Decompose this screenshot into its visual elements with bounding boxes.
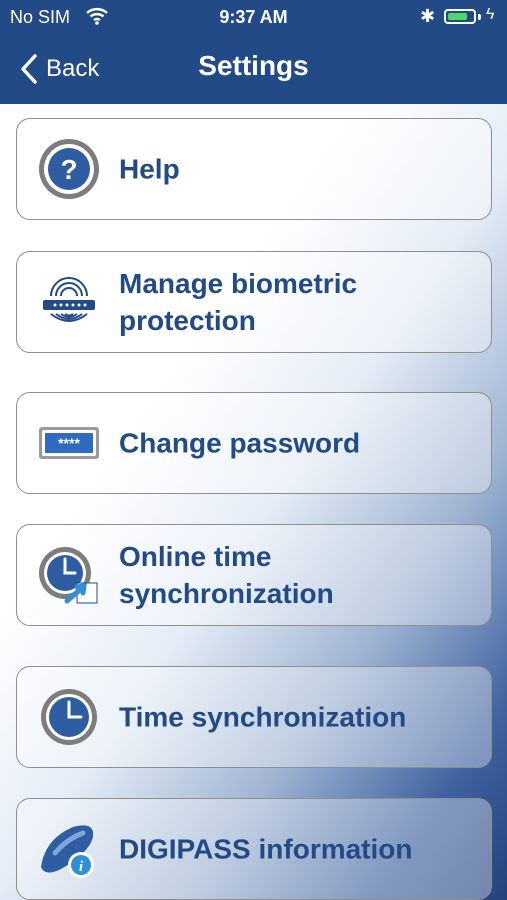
- battery-icon: [444, 9, 476, 24]
- battery-cap: [478, 14, 481, 20]
- change-password-label: Change password: [119, 427, 361, 459]
- battery-level: [448, 13, 468, 20]
- bluetooth-icon: ✱: [420, 6, 436, 26]
- time-sync-label: Time synchronization: [119, 701, 407, 733]
- help-label: Help: [119, 153, 180, 185]
- change-password-item[interactable]: **** Change password: [16, 392, 492, 494]
- biometric-label: Manage biometric protection: [119, 268, 358, 336]
- time-sync-item[interactable]: Time synchronization: [16, 666, 492, 768]
- biometric-item[interactable]: Manage biometric protection: [16, 251, 492, 353]
- help-icon: ?: [39, 139, 99, 199]
- svg-text:?: ?: [60, 154, 77, 185]
- fingerprint-icon: [43, 277, 95, 322]
- svg-text:****: ****: [58, 435, 80, 451]
- digipass-info-item[interactable]: i DIGIPASS information: [16, 798, 492, 900]
- charging-icon: ϟ: [486, 6, 495, 23]
- digipass-info-icon: i: [41, 825, 94, 878]
- password-field-icon: ****: [39, 427, 99, 459]
- status-bar: No SIM 9:37 AM ✱ ϟ: [0, 0, 507, 34]
- digipass-info-label: DIGIPASS information: [119, 833, 413, 865]
- page-title: Settings: [198, 50, 309, 81]
- help-item[interactable]: ? Help: [16, 118, 492, 220]
- online-time-sync-label: Online time synchronization: [119, 541, 334, 609]
- online-time-sync-item[interactable]: Online time synchronization: [16, 524, 492, 626]
- navigation-bar: Back Settings: [0, 34, 507, 104]
- clock-icon: [41, 689, 97, 745]
- online-clock-sync-icon: [39, 547, 98, 604]
